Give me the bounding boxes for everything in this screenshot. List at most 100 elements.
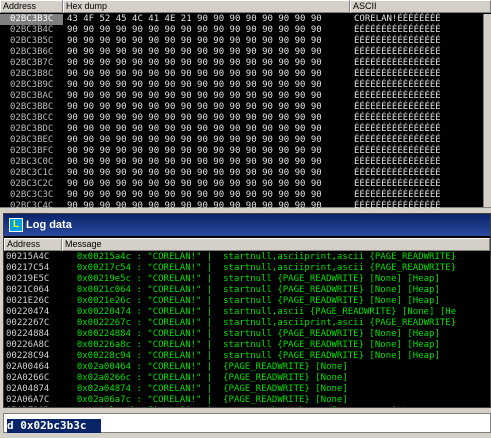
dump-cell-hex: 90 90 90 90 90 90 90 90 90 90 90 90 90 9… bbox=[67, 58, 322, 68]
dump-row[interactable]: 02BC3B9C 90 90 90 90 90 90 90 90 90 90 90… bbox=[0, 80, 491, 91]
hex-dump-pane[interactable]: Address Hex dump ASCII 02BC3B3C 43 4F 52 … bbox=[0, 0, 491, 244]
dump-cell-addr: 02BC3C0C bbox=[10, 157, 54, 167]
log-data-window: L Log data Address Message 00215A4C 0x00… bbox=[3, 213, 491, 408]
dump-cell-ascii: ÉÉÉÉÉÉÉÉÉÉÉÉÉÉÉÉ bbox=[354, 91, 441, 101]
log-cell-message: 0x02a06a7c : "CORELAN!" | {PAGE_READWRIT… bbox=[66, 395, 348, 405]
dump-row[interactable]: 02BC3B7C 90 90 90 90 90 90 90 90 90 90 90… bbox=[0, 58, 491, 69]
dump-cell-addr: 02BC3B5C bbox=[10, 36, 54, 46]
dump-cell-addr: 02BC3BBC bbox=[10, 102, 54, 112]
dump-cell-ascii: ÉÉÉÉÉÉÉÉÉÉÉÉÉÉÉÉ bbox=[354, 69, 441, 79]
dump-row[interactable]: 02BC3BFC 90 90 90 90 90 90 90 90 90 90 90… bbox=[0, 146, 491, 157]
dump-cell-ascii: ÉÉÉÉÉÉÉÉÉÉÉÉÉÉÉÉ bbox=[354, 58, 441, 68]
dump-cell-addr: 02BC3B4C bbox=[10, 25, 54, 35]
dump-cell-hex: 90 90 90 90 90 90 90 90 90 90 90 90 90 9… bbox=[67, 157, 322, 167]
dump-row[interactable]: 02BC3BDC 90 90 90 90 90 90 90 90 90 90 90… bbox=[0, 124, 491, 135]
dump-cell-ascii: CORELAN!ÉÉÉÉÉÉÉÉ bbox=[354, 14, 441, 24]
log-cell-message: 0x00220474 : "CORELAN!" | startnull,asci… bbox=[66, 307, 457, 317]
dump-row[interactable]: 02BC3B8C 90 90 90 90 90 90 90 90 90 90 90… bbox=[0, 69, 491, 80]
command-input[interactable] bbox=[7, 418, 101, 433]
log-row[interactable]: 0BADF00D ... Only the first 20 pointers … bbox=[4, 406, 490, 407]
log-row[interactable]: 02A0266C 0x02a0266c : "CORELAN!" | {PAGE… bbox=[4, 373, 490, 384]
log-window-title: Log data bbox=[26, 219, 72, 231]
dump-row[interactable]: 02BC3BEC 90 90 90 90 90 90 90 90 90 90 90… bbox=[0, 135, 491, 146]
log-row[interactable]: 00217C54 0x00217c54 : "CORELAN!" | start… bbox=[4, 263, 490, 274]
dump-header-hex[interactable]: Hex dump bbox=[63, 0, 350, 13]
log-column-header: Address Message bbox=[4, 238, 490, 251]
dump-cell-ascii: ÉÉÉÉÉÉÉÉÉÉÉÉÉÉÉÉ bbox=[354, 124, 441, 134]
dump-cell-hex: 90 90 90 90 90 90 90 90 90 90 90 90 90 9… bbox=[67, 91, 322, 101]
log-cell-address: 0021E26C bbox=[6, 296, 50, 306]
dump-header-ascii[interactable]: ASCII bbox=[350, 0, 491, 13]
log-cell-message: 0x00224884 : "CORELAN!" | startnull {PAG… bbox=[66, 329, 440, 339]
log-header-message[interactable]: Message bbox=[62, 238, 490, 251]
dump-cell-hex: 90 90 90 90 90 90 90 90 90 90 90 90 90 9… bbox=[67, 36, 322, 46]
log-row[interactable]: 00226A8C 0x00226a8c : "CORELAN!" | start… bbox=[4, 340, 490, 351]
dump-row[interactable]: 02BC3C1C 90 90 90 90 90 90 90 90 90 90 90… bbox=[0, 168, 491, 179]
dump-row[interactable]: 02BC3B6C 90 90 90 90 90 90 90 90 90 90 90… bbox=[0, 47, 491, 58]
dump-row[interactable]: 02BC3C3C 90 90 90 90 90 90 90 90 90 90 90… bbox=[0, 190, 491, 201]
dump-row[interactable]: 02BC3BBC 90 90 90 90 90 90 90 90 90 90 90… bbox=[0, 102, 491, 113]
dump-scrollbar[interactable] bbox=[483, 14, 491, 207]
dump-cell-ascii: ÉÉÉÉÉÉÉÉÉÉÉÉÉÉÉÉ bbox=[354, 190, 441, 200]
log-cell-message: 0x00228c94 : "CORELAN!" | startnull {PAG… bbox=[66, 351, 440, 361]
dump-cell-ascii: ÉÉÉÉÉÉÉÉÉÉÉÉÉÉÉÉ bbox=[354, 25, 441, 35]
log-rows: 00215A4C 0x00215a4c : "CORELAN!" | start… bbox=[4, 252, 490, 407]
dump-cell-hex: 90 90 90 90 90 90 90 90 90 90 90 90 90 9… bbox=[67, 201, 322, 211]
dump-row[interactable]: 02BC3B5C 90 90 90 90 90 90 90 90 90 90 90… bbox=[0, 36, 491, 47]
dump-cell-hex: 90 90 90 90 90 90 90 90 90 90 90 90 90 9… bbox=[67, 146, 322, 156]
dump-row[interactable]: 02BC3B3C 43 4F 52 45 4C 41 4E 21 90 90 90… bbox=[0, 14, 491, 25]
log-row[interactable]: 0021E26C 0x0021e26c : "CORELAN!" | start… bbox=[4, 296, 490, 307]
log-row[interactable]: 00215A4C 0x00215a4c : "CORELAN!" | start… bbox=[4, 252, 490, 263]
log-cell-address: 02A06A7C bbox=[6, 395, 50, 405]
dump-cell-addr: 02BC3B9C bbox=[10, 80, 54, 90]
log-cell-message: 0x0021c064 : "CORELAN!" | startnull {PAG… bbox=[66, 285, 440, 295]
dump-row[interactable]: 02BC3C4C 90 90 90 90 90 90 90 90 90 90 90… bbox=[0, 201, 491, 212]
log-cell-address: 00217C54 bbox=[6, 263, 50, 273]
log-cell-address: 00215A4C bbox=[6, 252, 50, 262]
log-cell-message: 0x00219e5c : "CORELAN!" | startnull {PAG… bbox=[66, 274, 440, 284]
dump-cell-hex: 90 90 90 90 90 90 90 90 90 90 90 90 90 9… bbox=[67, 179, 322, 189]
dump-cell-addr: 02BC3C2C bbox=[10, 179, 54, 189]
dump-row[interactable]: 02BC3B4C 90 90 90 90 90 90 90 90 90 90 90… bbox=[0, 25, 491, 36]
dump-row[interactable]: 02BC3BCC 90 90 90 90 90 90 90 90 90 90 90… bbox=[0, 113, 491, 124]
dump-cell-addr: 02BC3B3C bbox=[0, 14, 63, 25]
log-header-address[interactable]: Address bbox=[4, 238, 62, 251]
dump-cell-hex: 90 90 90 90 90 90 90 90 90 90 90 90 90 9… bbox=[67, 135, 322, 145]
dump-cell-addr: 02BC3C1C bbox=[10, 168, 54, 178]
dump-cell-hex: 43 4F 52 45 4C 41 4E 21 90 90 90 90 90 9… bbox=[67, 14, 322, 24]
log-row[interactable]: 02A00464 0x02a00464 : "CORELAN!" | {PAGE… bbox=[4, 362, 490, 373]
dump-row[interactable]: 02BC3C2C 90 90 90 90 90 90 90 90 90 90 90… bbox=[0, 179, 491, 190]
log-row[interactable]: 02A04874 0x02a04874 : "CORELAN!" | {PAGE… bbox=[4, 384, 490, 395]
command-bar bbox=[3, 413, 491, 433]
log-row[interactable]: 00224884 0x00224884 : "CORELAN!" | start… bbox=[4, 329, 490, 340]
dump-cell-hex: 90 90 90 90 90 90 90 90 90 90 90 90 90 9… bbox=[67, 69, 322, 79]
log-row[interactable]: 0022267C 0x0022267c : "CORELAN!" | start… bbox=[4, 318, 490, 329]
dump-cell-hex: 90 90 90 90 90 90 90 90 90 90 90 90 90 9… bbox=[67, 80, 322, 90]
dump-cell-ascii: ÉÉÉÉÉÉÉÉÉÉÉÉÉÉÉÉ bbox=[354, 113, 441, 123]
log-row[interactable]: 00228C94 0x00228c94 : "CORELAN!" | start… bbox=[4, 351, 490, 362]
log-cell-address: 00224884 bbox=[6, 329, 50, 339]
log-window-icon: L bbox=[9, 218, 23, 232]
dump-header-address[interactable]: Address bbox=[0, 0, 63, 13]
log-title-bar[interactable]: L Log data bbox=[4, 214, 490, 236]
log-cell-address: 00226A8C bbox=[6, 340, 50, 350]
log-cell-address: 02A00464 bbox=[6, 362, 50, 372]
dump-cell-ascii: ÉÉÉÉÉÉÉÉÉÉÉÉÉÉÉÉ bbox=[354, 168, 441, 178]
dump-cell-hex: 90 90 90 90 90 90 90 90 90 90 90 90 90 9… bbox=[67, 124, 322, 134]
log-row[interactable]: 00220474 0x00220474 : "CORELAN!" | start… bbox=[4, 307, 490, 318]
log-row[interactable]: 00219E5C 0x00219e5c : "CORELAN!" | start… bbox=[4, 274, 490, 285]
dump-cell-ascii: ÉÉÉÉÉÉÉÉÉÉÉÉÉÉÉÉ bbox=[354, 102, 441, 112]
log-row[interactable]: 02A06A7C 0x02a06a7c : "CORELAN!" | {PAGE… bbox=[4, 395, 490, 406]
dump-cell-addr: 02BC3B8C bbox=[10, 69, 54, 79]
dump-cell-hex: 90 90 90 90 90 90 90 90 90 90 90 90 90 9… bbox=[67, 190, 322, 200]
dump-cell-addr: 02BC3BAC bbox=[10, 91, 54, 101]
dump-cell-hex: 90 90 90 90 90 90 90 90 90 90 90 90 90 9… bbox=[67, 47, 322, 57]
log-row[interactable]: 0021C064 0x0021c064 : "CORELAN!" | start… bbox=[4, 285, 490, 296]
log-cell-address: 02A0266C bbox=[6, 373, 50, 383]
dump-row[interactable]: 02BC3C0C 90 90 90 90 90 90 90 90 90 90 90… bbox=[0, 157, 491, 168]
log-cell-address: 00219E5C bbox=[6, 274, 50, 284]
dump-row[interactable]: 02BC3BAC 90 90 90 90 90 90 90 90 90 90 90… bbox=[0, 91, 491, 102]
dump-cell-addr: 02BC3BEC bbox=[10, 135, 54, 145]
log-cell-message: 0x02a0266c : "CORELAN!" | {PAGE_READWRIT… bbox=[66, 373, 348, 383]
log-cell-message: 0x02a00464 : "CORELAN!" | {PAGE_READWRIT… bbox=[66, 362, 348, 372]
